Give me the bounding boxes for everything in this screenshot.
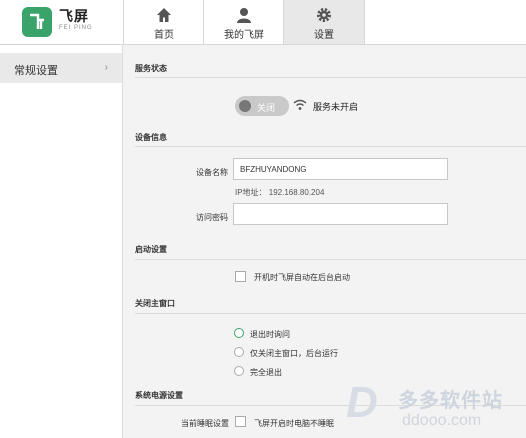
service-status-text: 服务未开启 xyxy=(313,102,359,112)
tab-home[interactable]: 首页 xyxy=(123,0,204,44)
wifi-icon xyxy=(293,99,307,110)
brand-name: 飞屏 xyxy=(59,8,89,24)
access-password-input[interactable] xyxy=(233,203,448,225)
site-watermark: D 多多软件站 ddooo.com xyxy=(336,370,526,438)
sleep-setting-label: 当前睡眠设置 xyxy=(181,419,229,428)
tab-my-feiping-label: 我的飞屏 xyxy=(224,30,264,41)
service-status-title: 服务状态 xyxy=(135,64,167,73)
tab-my-feiping[interactable]: 我的飞屏 xyxy=(203,0,284,44)
sidebar-item-general-settings[interactable]: 常规设置 › xyxy=(0,53,122,83)
watermark-name: 多多软件站 xyxy=(398,390,503,412)
radio-run-in-background[interactable] xyxy=(234,347,244,357)
radio-quit-completely[interactable] xyxy=(234,366,244,376)
no-sleep-option-label: 飞屏开启时电脑不睡眠 xyxy=(254,419,334,428)
radio-quit-completely-label: 完全退出 xyxy=(250,368,282,377)
radio-ask-on-exit-label: 退出时询问 xyxy=(250,330,290,339)
top-bar: 飞屏 FEI PING 首页 我的飞屏 设置 xyxy=(0,0,526,45)
user-icon xyxy=(237,8,251,23)
startup-settings-title: 启动设置 xyxy=(135,245,167,254)
app-logo xyxy=(22,7,52,37)
device-name-label: 设备名称 xyxy=(196,168,228,177)
device-info-title: 设备信息 xyxy=(135,133,167,142)
brand-subtitle: FEI PING xyxy=(59,25,93,31)
device-name-input[interactable]: BFZHUYANDONG xyxy=(233,158,448,180)
radio-run-in-background-label: 仅关闭主窗口，后台运行 xyxy=(250,349,338,358)
divider xyxy=(135,146,526,147)
startup-option-label: 开机时飞屏自动在后台启动 xyxy=(254,273,350,282)
no-sleep-checkbox[interactable] xyxy=(235,416,246,427)
brand: 飞屏 FEI PING xyxy=(59,8,93,32)
power-settings-title: 系统电源设置 xyxy=(135,391,183,400)
toggle-knob xyxy=(239,100,251,112)
sidebar-item-label: 常规设置 xyxy=(14,65,58,77)
tab-settings-label: 设置 xyxy=(314,30,334,41)
ip-address-text: IP地址： 192.168.80.204 xyxy=(235,188,325,197)
close-window-title: 关闭主窗口 xyxy=(135,299,175,308)
divider xyxy=(135,259,526,260)
divider xyxy=(135,77,526,78)
service-toggle[interactable]: 关闭 xyxy=(235,96,289,116)
home-icon xyxy=(157,8,171,22)
gear-icon xyxy=(317,8,331,22)
access-password-label: 访问密码 xyxy=(196,213,228,222)
tab-home-label: 首页 xyxy=(154,30,174,41)
tab-settings[interactable]: 设置 xyxy=(283,0,365,44)
startup-checkbox[interactable] xyxy=(235,271,246,282)
watermark-url: ddooo.com xyxy=(402,412,482,429)
divider xyxy=(135,313,526,314)
sidebar: 常规设置 › xyxy=(0,45,123,438)
watermark-logo: D xyxy=(346,378,378,427)
logo-icon xyxy=(30,13,44,29)
chevron-right-icon: › xyxy=(104,62,108,73)
radio-ask-on-exit[interactable] xyxy=(234,328,244,338)
toggle-label: 关闭 xyxy=(257,103,276,113)
